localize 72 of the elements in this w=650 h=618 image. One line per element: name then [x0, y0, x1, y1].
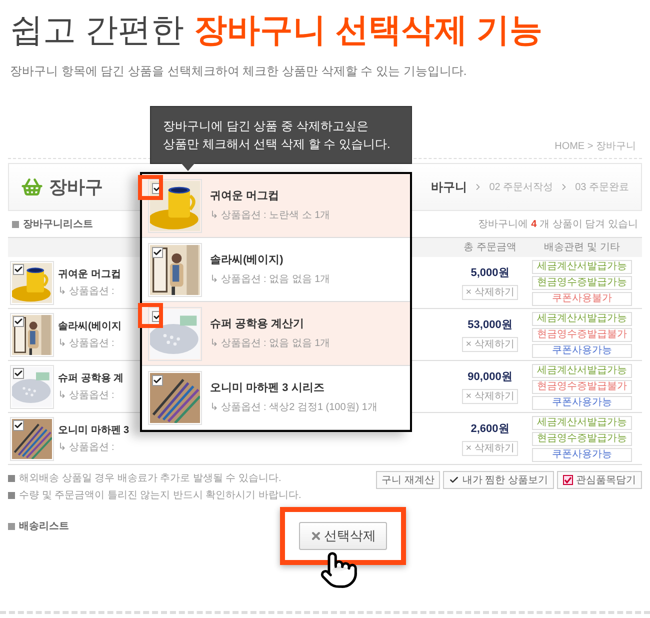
status-tag: 쿠폰사용가능: [532, 396, 632, 410]
checkbox[interactable]: [152, 374, 163, 386]
product-name[interactable]: 오니미 마하펜 3: [58, 422, 138, 438]
item-count: 4: [531, 218, 537, 232]
price: 90,000원: [468, 370, 512, 386]
note-text: 수량 및 주문금액이 틀리진 않는지 반드시 확인하시기 바랍니다.: [19, 489, 302, 503]
bullet-icon: [8, 475, 15, 482]
status-tag: 현금영수증발급불가: [532, 380, 632, 394]
page-title: 장바구: [49, 176, 103, 198]
price: 2,600원: [470, 422, 510, 438]
column-header: 총 주문금액: [462, 241, 518, 255]
status-tag: 쿠폰사용가능: [532, 448, 632, 462]
note-text: 해외배송 상품일 경우 배송료가 추가로 발생될 수 있습니다.: [19, 472, 282, 486]
action-button[interactable]: 구니 재계산: [376, 471, 440, 489]
product-name[interactable]: 솔라씨(베이지: [58, 318, 138, 334]
product-name[interactable]: 슈퍼 공학용 계: [58, 370, 138, 386]
delete-selected-button[interactable]: 선택삭제: [299, 522, 387, 550]
status-tag: 세금계산서발급가능: [532, 364, 632, 378]
product-option: ↳ 상품옵션 : 색상2 검정1 (100원) 1개: [210, 400, 378, 415]
subtitle: 장바구니 항목에 담긴 상품을 선택체크하여 체크한 상품만 삭제할 수 있는 기능입니다.: [9, 63, 468, 80]
status-tag: 현금영수증발급불가: [532, 328, 632, 342]
product-option: ↳ 상품옵션 :: [58, 440, 138, 454]
bullet-icon: [12, 220, 19, 228]
popup-row[interactable]: 솔라씨(베이지) ↳ 상품옵션 : 없음 없음 1개: [142, 238, 410, 302]
product-option: ↳ 상품옵션 : 없음 없음 1개: [210, 336, 330, 351]
status-tag: 현금영수증발급가능: [532, 276, 632, 290]
check-icon: [449, 475, 460, 485]
count-text: 장바구니에: [478, 218, 528, 232]
step-label: 02 주문서작성: [489, 180, 554, 194]
heading-lead: 쉽고 간편한: [10, 10, 184, 50]
price: 5,000원: [470, 266, 510, 282]
action-button[interactable]: 내가 찜한 상품보기: [443, 471, 554, 489]
checkbox[interactable]: [152, 246, 163, 258]
section-label: 장바구니리스트: [23, 218, 93, 232]
status-tag: 세금계산서발급가능: [532, 260, 632, 274]
highlight-frame: [138, 175, 163, 200]
product-name[interactable]: 솔라씨(베이지): [210, 252, 330, 269]
close-icon: [310, 530, 322, 542]
step-label: 03 주문완료: [575, 180, 629, 194]
section-label: 배송리스트: [19, 520, 69, 534]
product-option: ↳ 상품옵션 :: [58, 336, 138, 350]
checkbox[interactable]: [13, 316, 24, 326]
popup-row[interactable]: 오니미 마하펜 3 시리즈 ↳ 상품옵션 : 색상2 검정1 (100원) 1개: [142, 366, 410, 430]
column-header: 배송관련 및 기타: [543, 241, 621, 255]
product-option: ↳ 상품옵션 :: [58, 284, 138, 298]
checkbox[interactable]: [13, 420, 24, 430]
status-tag: 현금영수증발급가능: [532, 432, 632, 446]
status-tag: 쿠폰사용가능: [532, 344, 632, 358]
tooltip-text: 상품만 체크해서 선택 삭제 할 수 있습니다.: [163, 136, 392, 153]
checked-box-icon: [563, 475, 573, 485]
product-option: ↳ 상품옵션 :: [58, 388, 138, 402]
product-name[interactable]: 슈퍼 공학용 계산기: [210, 316, 330, 333]
checkbox[interactable]: [13, 264, 24, 274]
action-button[interactable]: 관심품목담기: [557, 471, 642, 489]
product-option: ↳ 상품옵션 : 없음 없음 1개: [210, 272, 330, 287]
bullet-icon: [8, 492, 15, 499]
basket-icon: [21, 176, 43, 198]
product-name[interactable]: 오니미 마하펜 3 시리즈: [210, 380, 378, 397]
product-name[interactable]: 귀여운 머그컵: [58, 266, 138, 282]
status-tag: 세금계산서발급가능: [532, 312, 632, 326]
tooltip-text: 장바구니에 담긴 상품 중 삭제하고싶은: [163, 118, 370, 135]
highlight-frame: [138, 303, 163, 328]
checkbox[interactable]: [13, 368, 24, 378]
status-tag: 세금계산서발급가능: [532, 416, 632, 430]
bullet-icon: [8, 523, 15, 530]
price: 53,000원: [468, 318, 512, 334]
status-tag: 쿠폰사용불가: [532, 292, 632, 306]
product-name[interactable]: 귀여운 머그컵: [210, 188, 330, 205]
count-text: 개 상품이 담겨 있습니: [540, 218, 638, 232]
heading-highlight: 장바구니 선택삭제 기능: [194, 10, 543, 50]
step-label: 바구니: [431, 179, 468, 196]
product-option: ↳ 상품옵션 : 노란색 소 1개: [210, 208, 330, 223]
